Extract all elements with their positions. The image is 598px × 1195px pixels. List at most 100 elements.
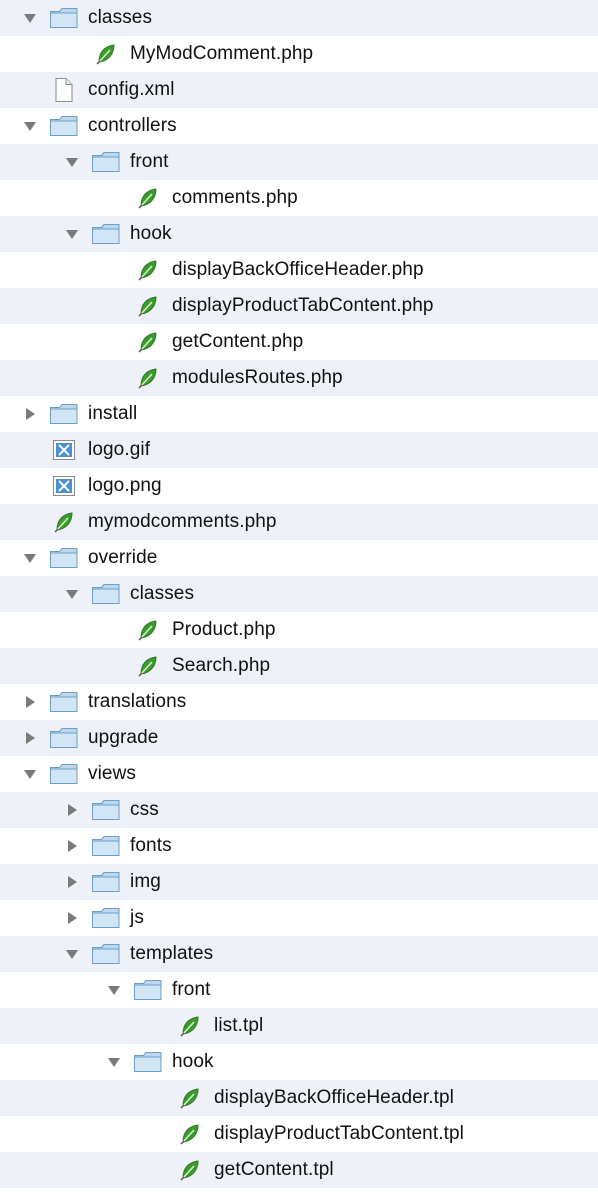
file-row[interactable]: Search.php: [0, 648, 598, 684]
file-label: getContent.tpl: [214, 1159, 334, 1180]
file-row[interactable]: displayProductTabContent.tpl: [0, 1116, 598, 1152]
folder-label: override: [88, 547, 158, 568]
folder-icon: [91, 149, 121, 175]
folder-icon: [49, 545, 79, 571]
file-row[interactable]: logo.png: [0, 468, 598, 504]
folder-row[interactable]: override: [0, 540, 598, 576]
file-row[interactable]: getContent.tpl: [0, 1152, 598, 1188]
file-row[interactable]: MyModComment.php: [0, 36, 598, 72]
file-label: Product.php: [172, 619, 276, 640]
folder-label: upgrade: [88, 727, 159, 748]
file-label: logo.png: [88, 475, 162, 496]
disclosure-expanded-icon[interactable]: [106, 1054, 122, 1070]
disclosure-expanded-icon[interactable]: [64, 946, 80, 962]
folder-row[interactable]: front: [0, 972, 598, 1008]
folder-row[interactable]: templates: [0, 936, 598, 972]
folder-icon: [49, 401, 79, 427]
file-label: MyModComment.php: [130, 43, 314, 64]
file-row[interactable]: list.tpl: [0, 1008, 598, 1044]
file-label: logo.gif: [88, 439, 151, 460]
disclosure-expanded-icon[interactable]: [22, 10, 38, 26]
folder-row[interactable]: front: [0, 144, 598, 180]
folder-icon: [91, 941, 121, 967]
file-row[interactable]: displayBackOfficeHeader.php: [0, 252, 598, 288]
folder-row[interactable]: translations: [0, 684, 598, 720]
disclosure-collapsed-icon[interactable]: [22, 694, 38, 710]
file-row[interactable]: logo.gif: [0, 432, 598, 468]
folder-label: css: [130, 799, 159, 820]
disclosure-collapsed-icon[interactable]: [22, 730, 38, 746]
folder-row[interactable]: hook: [0, 1044, 598, 1080]
php-file-icon: [175, 1013, 205, 1039]
folder-icon: [49, 5, 79, 31]
php-file-icon: [133, 329, 163, 355]
disclosure-expanded-icon[interactable]: [64, 586, 80, 602]
folder-label: front: [130, 151, 169, 172]
folder-row[interactable]: fonts: [0, 828, 598, 864]
folder-label: install: [88, 403, 138, 424]
disclosure-collapsed-icon[interactable]: [64, 910, 80, 926]
image-file-icon: [49, 437, 79, 463]
file-row[interactable]: modulesRoutes.php: [0, 360, 598, 396]
folder-row[interactable]: install: [0, 396, 598, 432]
disclosure-expanded-icon[interactable]: [106, 982, 122, 998]
folder-row[interactable]: controllers: [0, 108, 598, 144]
folder-row[interactable]: img: [0, 864, 598, 900]
disclosure-expanded-icon[interactable]: [64, 154, 80, 170]
file-label: getContent.php: [172, 331, 304, 352]
folder-row[interactable]: upgrade: [0, 720, 598, 756]
folder-icon: [91, 581, 121, 607]
php-file-icon: [133, 293, 163, 319]
folder-icon: [133, 1049, 163, 1075]
file-row[interactable]: config.xml: [0, 72, 598, 108]
php-file-icon: [91, 41, 121, 67]
folder-row[interactable]: classes: [0, 576, 598, 612]
disclosure-expanded-icon[interactable]: [22, 550, 38, 566]
disclosure-collapsed-icon[interactable]: [64, 874, 80, 890]
disclosure-expanded-icon[interactable]: [22, 766, 38, 782]
file-label: Search.php: [172, 655, 271, 676]
folder-label: controllers: [88, 115, 177, 136]
php-file-icon: [175, 1121, 205, 1147]
folder-row[interactable]: views: [0, 756, 598, 792]
folder-row[interactable]: css: [0, 792, 598, 828]
file-row[interactable]: mymodcomments.php: [0, 504, 598, 540]
php-file-icon: [133, 185, 163, 211]
file-row[interactable]: displayProductTabContent.php: [0, 288, 598, 324]
folder-label: classes: [130, 583, 195, 604]
file-row[interactable]: Product.php: [0, 612, 598, 648]
folder-icon: [133, 977, 163, 1003]
folder-row[interactable]: hook: [0, 216, 598, 252]
php-file-icon: [133, 653, 163, 679]
folder-icon: [49, 761, 79, 787]
folder-row[interactable]: js: [0, 900, 598, 936]
file-row[interactable]: comments.php: [0, 180, 598, 216]
disclosure-collapsed-icon[interactable]: [64, 838, 80, 854]
folder-label: hook: [172, 1051, 214, 1072]
file-row[interactable]: getContent.php: [0, 324, 598, 360]
folder-label: js: [130, 907, 144, 928]
disclosure-collapsed-icon[interactable]: [64, 802, 80, 818]
file-row[interactable]: displayBackOfficeHeader.tpl: [0, 1080, 598, 1116]
folder-label: templates: [130, 943, 214, 964]
folder-icon: [49, 689, 79, 715]
disclosure-expanded-icon[interactable]: [64, 226, 80, 242]
disclosure-collapsed-icon[interactable]: [22, 406, 38, 422]
disclosure-expanded-icon[interactable]: [22, 118, 38, 134]
php-file-icon: [133, 617, 163, 643]
folder-row[interactable]: classes: [0, 0, 598, 36]
